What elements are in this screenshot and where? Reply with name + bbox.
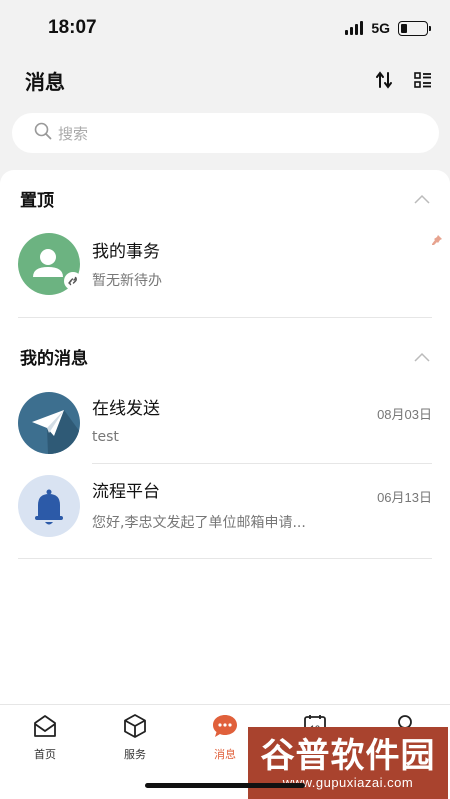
battery-level <box>401 23 407 33</box>
item-subtitle: 暂无新待办 <box>92 273 162 289</box>
tab-services[interactable]: 服务 <box>100 713 170 762</box>
tab-home[interactable]: 首页 <box>10 713 80 762</box>
watermark: 谷普软件园 www.gupuxiazai.com <box>248 727 448 799</box>
page-header: 消息 <box>0 56 450 104</box>
pin-icon <box>432 230 442 249</box>
list-view-icon[interactable] <box>414 72 432 88</box>
pinned-section-title: 置顶 <box>20 190 54 211</box>
list-item-workflow-platform[interactable]: 流程平台 您好,李忠文发起了单位邮箱申请... 06月13日 <box>0 466 450 546</box>
chat-bubble-icon <box>212 713 238 743</box>
divider <box>18 558 432 559</box>
item-subtitle: 您好,李忠文发起了单位邮箱申请... <box>92 515 306 531</box>
home-indicator <box>145 783 305 788</box>
chevron-up-icon[interactable] <box>414 189 430 208</box>
divider <box>92 463 432 464</box>
status-indicators: 5G <box>345 20 431 36</box>
page-title: 消息 <box>25 69 65 94</box>
chevron-up-icon[interactable] <box>414 347 430 366</box>
search-icon <box>34 122 52 144</box>
list-item-online-send[interactable]: 在线发送 test 08月03日 <box>0 383 450 463</box>
item-subtitle: test <box>92 429 119 445</box>
list-item-my-affairs[interactable]: 我的事务 暂无新待办 <box>0 224 450 304</box>
tab-label: 服务 <box>124 748 146 761</box>
item-title: 在线发送 <box>92 399 160 419</box>
message-list-panel: 置顶 我的事务 暂无新待办 我的消息 在线发送 test 08月03日 流程平台… <box>0 170 450 704</box>
status-time: 18:07 <box>48 17 97 38</box>
person-avatar-icon <box>18 233 82 295</box>
divider <box>18 317 432 318</box>
item-title: 流程平台 <box>92 482 160 502</box>
mail-home-icon <box>32 713 58 743</box>
cube-icon <box>122 713 148 743</box>
messages-section-title: 我的消息 <box>20 348 88 369</box>
messages-section-header[interactable]: 我的消息 <box>0 336 450 376</box>
bell-icon <box>18 475 80 537</box>
tab-label: 消息 <box>214 748 236 761</box>
tab-label: 首页 <box>34 748 56 761</box>
search-bar[interactable]: 搜索 <box>12 113 439 153</box>
sort-arrows-icon[interactable] <box>376 71 392 89</box>
paper-plane-icon <box>18 392 80 454</box>
search-placeholder: 搜索 <box>58 124 89 143</box>
status-bar: 18:07 5G <box>0 0 450 56</box>
signal-icon <box>345 21 364 35</box>
pinned-section-header[interactable]: 置顶 <box>0 178 450 218</box>
item-date: 06月13日 <box>377 490 432 505</box>
watermark-title: 谷普软件园 <box>260 735 436 776</box>
battery-icon <box>398 20 431 36</box>
network-type: 5G <box>371 20 390 36</box>
search-input[interactable]: 搜索 <box>12 113 439 153</box>
item-date: 08月03日 <box>377 407 432 422</box>
item-title: 我的事务 <box>92 242 160 262</box>
